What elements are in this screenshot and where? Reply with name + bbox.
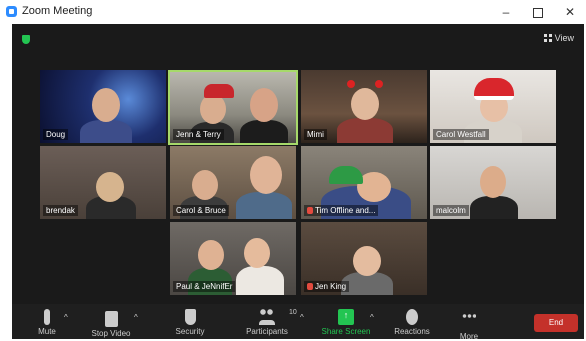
reactions-button[interactable]: Reactions xyxy=(390,307,434,336)
shield-icon xyxy=(184,309,196,325)
participants-options-chevron-icon[interactable]: ^ xyxy=(300,313,304,322)
minimize-button[interactable]: – xyxy=(490,0,522,24)
mute-label: Mute xyxy=(38,327,56,336)
tile-name: Doug xyxy=(43,129,69,140)
stop-video-label: Stop Video xyxy=(91,329,131,338)
elf-hat xyxy=(329,166,363,184)
tile-name: Mimi xyxy=(304,129,327,140)
video-tile[interactable]: Paul & JeNnifEr xyxy=(170,222,296,295)
tile-name: Jenn & Terry xyxy=(173,129,224,140)
video-tile[interactable]: Jen King xyxy=(301,222,427,295)
view-button[interactable]: View xyxy=(543,33,574,43)
security-button[interactable]: Security xyxy=(170,307,210,336)
video-tile[interactable]: Carol & Bruce xyxy=(170,146,296,219)
microphone-icon xyxy=(44,309,50,325)
video-tile[interactable]: brendak xyxy=(40,146,166,219)
grid-icon xyxy=(543,34,552,42)
tile-name: Jen King xyxy=(304,281,350,292)
end-meeting-button[interactable]: End xyxy=(534,314,578,332)
share-screen-icon: ↑ xyxy=(338,309,354,325)
santa-hat xyxy=(204,84,234,98)
security-label: Security xyxy=(175,327,205,336)
video-tile[interactable]: malcolm xyxy=(430,146,556,219)
participants-icon: 10 xyxy=(259,309,297,325)
share-screen-button[interactable]: ↑ Share Screen xyxy=(318,307,374,336)
video-options-chevron-icon[interactable]: ^ xyxy=(134,313,138,322)
maximize-button[interactable] xyxy=(522,0,554,24)
reactions-label: Reactions xyxy=(394,327,430,336)
zoom-logo-icon xyxy=(6,6,17,17)
muted-mic-icon xyxy=(307,283,313,290)
santa-hat xyxy=(474,78,514,100)
tile-name: Tim Offline and... xyxy=(304,205,379,216)
view-label: View xyxy=(554,33,574,43)
tile-name: Carol & Bruce xyxy=(173,205,229,216)
video-tile[interactable]: Tim Offline and... xyxy=(301,146,427,219)
participant-count: 10 xyxy=(289,309,297,316)
mute-button[interactable]: Mute xyxy=(30,307,64,336)
close-button[interactable]: ✕ xyxy=(554,0,586,24)
meeting-toolbar: Mute ^ Stop Video ^ Security 10 Particip… xyxy=(12,304,584,341)
video-tile[interactable]: Mimi xyxy=(301,70,427,143)
more-label: More xyxy=(459,332,479,341)
video-tile[interactable]: Carol Westfall xyxy=(430,70,556,143)
video-tile-active-speaker[interactable]: Jenn & Terry xyxy=(168,70,298,145)
video-tile[interactable]: Doug xyxy=(40,70,166,143)
more-button[interactable]: More xyxy=(452,307,486,341)
stop-video-button[interactable]: Stop Video xyxy=(86,307,136,338)
participants-button[interactable]: 10 Participants xyxy=(240,307,297,336)
tile-name: Paul & JeNnifEr xyxy=(173,281,236,292)
tile-name: malcolm xyxy=(433,205,469,216)
audio-options-chevron-icon[interactable]: ^ xyxy=(64,313,68,322)
share-options-chevron-icon[interactable]: ^ xyxy=(370,313,374,322)
window-title: Zoom Meeting xyxy=(22,5,93,17)
maximize-icon xyxy=(533,7,543,18)
encryption-shield-icon[interactable] xyxy=(22,35,30,44)
participants-label: Participants xyxy=(246,327,288,336)
reactions-emoji-icon xyxy=(406,309,418,325)
meeting-stage: View Doug Jenn & Terry Mimi Carol Westfa… xyxy=(12,24,584,316)
share-screen-label: Share Screen xyxy=(321,327,371,336)
tile-name: Carol Westfall xyxy=(433,129,489,140)
window-titlebar: Zoom Meeting – ✕ xyxy=(0,0,586,24)
video-camera-icon xyxy=(104,311,118,327)
muted-mic-icon xyxy=(307,207,313,214)
more-dots-icon xyxy=(462,314,476,330)
tile-name: brendak xyxy=(43,205,78,216)
